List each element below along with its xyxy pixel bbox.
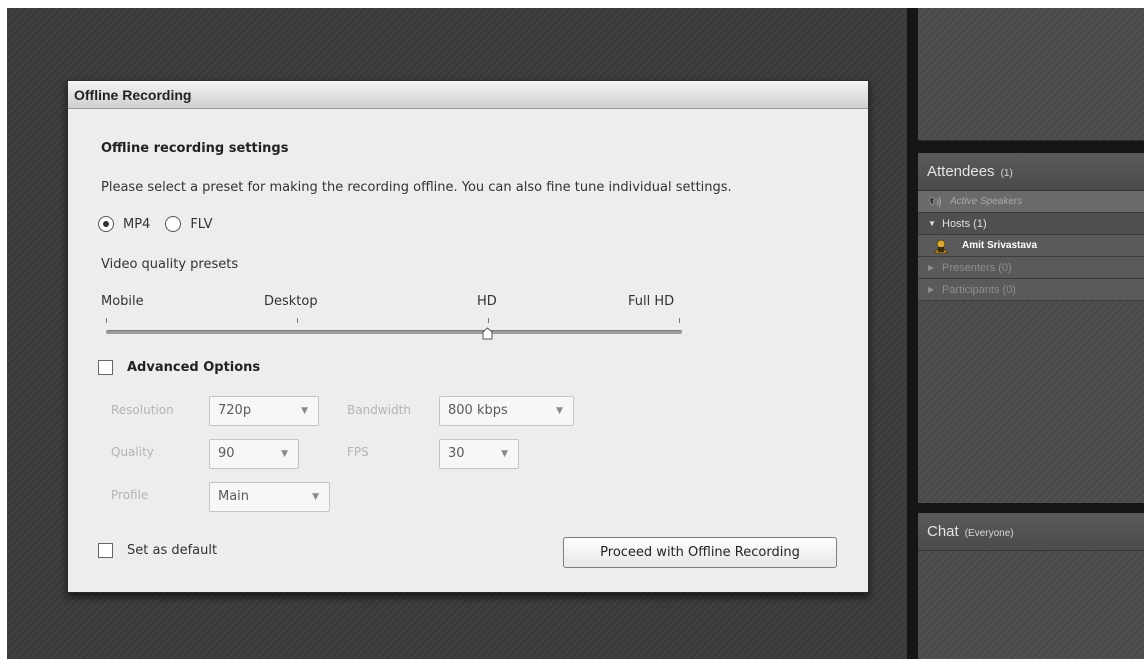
resolution-value: 720p <box>218 403 252 418</box>
quality-value: 90 <box>218 446 235 461</box>
slider-tick <box>106 318 107 323</box>
section-title: Offline recording settings <box>101 141 289 156</box>
set-default-row[interactable]: Set as default <box>98 543 217 558</box>
attendees-pod: Attendees (1) Active Speakers ▼ Hosts (1) <box>918 153 1144 503</box>
triangle-right-icon: ▶ <box>928 262 935 272</box>
fps-select[interactable]: 30 ▼ <box>439 439 519 469</box>
chevron-down-icon: ▼ <box>281 449 288 459</box>
radio-selected-icon <box>103 221 109 227</box>
slider-tick <box>488 318 489 323</box>
meeting-stage: Offline Recording Offline recording sett… <box>7 8 907 659</box>
camera-pod <box>918 8 1144 141</box>
slider-tick <box>679 318 680 323</box>
chevron-down-icon: ▼ <box>312 492 319 502</box>
quality-select[interactable]: 90 ▼ <box>209 439 299 469</box>
pod-divider <box>918 141 1144 153</box>
fps-label: FPS <box>347 445 369 459</box>
attendees-title: Attendees <box>927 163 995 180</box>
advanced-options-checkbox[interactable] <box>98 360 113 375</box>
active-speakers-row: Active Speakers <box>918 191 1144 213</box>
presets-label: Video quality presets <box>101 257 239 272</box>
attendees-count: (1) <box>1000 168 1013 179</box>
format-radio-group: MP4 FLV <box>98 216 228 232</box>
preset-slider-track[interactable] <box>106 330 682 334</box>
chat-pod-title[interactable]: Chat (Everyone) <box>918 513 1144 551</box>
chevron-down-icon: ▼ <box>301 406 308 416</box>
resolution-label: Resolution <box>111 403 174 417</box>
bandwidth-value: 800 kbps <box>448 403 508 418</box>
participants-label: Participants (0) <box>942 283 1016 296</box>
host-user-name: Amit Srivastava <box>962 239 1038 251</box>
participants-group-row[interactable]: ▶ Participants (0) <box>918 279 1144 301</box>
profile-label: Profile <box>111 488 149 502</box>
set-default-checkbox[interactable] <box>98 543 113 558</box>
hosts-label: Hosts (1) <box>942 217 987 230</box>
profile-value: Main <box>218 489 250 504</box>
pod-divider <box>918 503 1144 513</box>
preset-label-full-hd: Full HD <box>628 294 675 309</box>
chevron-down-icon: ▼ <box>556 406 563 416</box>
chat-scope: (Everyone) <box>964 528 1014 539</box>
chat-pod: Chat (Everyone) <box>918 513 1144 659</box>
offline-recording-dialog: Offline Recording Offline recording sett… <box>67 80 869 593</box>
bandwidth-label: Bandwidth <box>347 403 411 417</box>
hosts-group-row[interactable]: ▼ Hosts (1) <box>918 213 1144 235</box>
host-user-icon <box>932 238 950 254</box>
slider-tick <box>297 318 298 323</box>
attendee-row[interactable]: Amit Srivastava <box>918 235 1144 257</box>
instructions-text: Please select a preset for making the re… <box>101 180 732 195</box>
fps-value: 30 <box>448 446 465 461</box>
presenters-group-row[interactable]: ▶ Presenters (0) <box>918 257 1144 279</box>
presenters-label: Presenters (0) <box>942 261 1012 274</box>
resolution-select[interactable]: 720p ▼ <box>209 396 319 426</box>
active-speakers-label: Active Speakers <box>950 195 1023 207</box>
mp4-label[interactable]: MP4 <box>123 217 150 232</box>
flv-radio[interactable] <box>165 216 182 232</box>
chevron-down-icon: ▼ <box>501 449 508 459</box>
app-window: Offline Recording Offline recording sett… <box>7 8 1144 659</box>
right-sidebar: Attendees (1) Active Speakers ▼ Hosts (1) <box>918 8 1144 659</box>
mp4-radio[interactable] <box>98 216 114 232</box>
advanced-options-row[interactable]: Advanced Options <box>98 360 260 375</box>
chat-title: Chat <box>927 523 959 540</box>
preset-label-desktop: Desktop <box>264 294 318 309</box>
flv-label[interactable]: FLV <box>190 217 212 232</box>
phone-speaker-icon <box>928 195 944 209</box>
set-default-label[interactable]: Set as default <box>127 543 217 558</box>
triangle-right-icon: ▶ <box>928 284 935 294</box>
triangle-down-icon: ▼ <box>928 218 936 228</box>
proceed-offline-recording-button[interactable]: Proceed with Offline Recording <box>563 537 837 568</box>
attendees-pod-title[interactable]: Attendees (1) <box>918 153 1144 191</box>
profile-select[interactable]: Main ▼ <box>209 482 330 512</box>
preset-slider-thumb[interactable] <box>482 327 493 340</box>
advanced-options-label[interactable]: Advanced Options <box>127 360 260 375</box>
preset-label-hd: HD <box>477 294 497 309</box>
dialog-title: Offline Recording <box>68 81 868 109</box>
quality-label: Quality <box>111 445 154 459</box>
pod-splitter[interactable] <box>907 8 918 659</box>
preset-label-mobile: Mobile <box>101 294 144 309</box>
bandwidth-select[interactable]: 800 kbps ▼ <box>439 396 574 426</box>
